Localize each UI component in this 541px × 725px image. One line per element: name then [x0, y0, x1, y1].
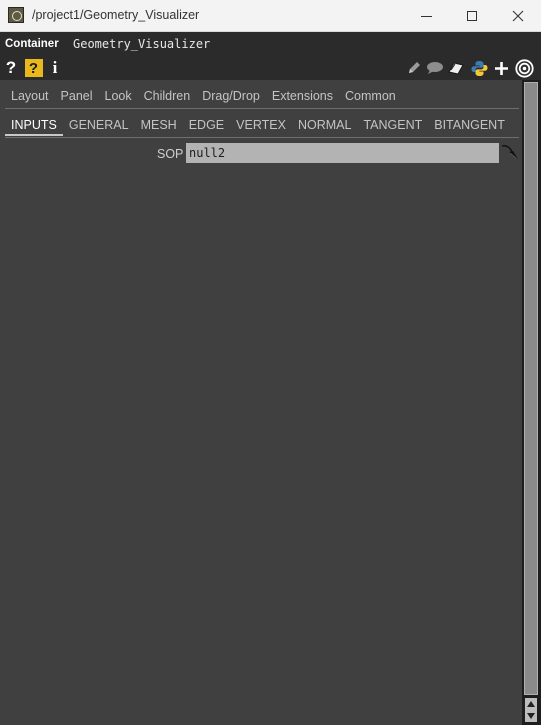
- op-help-button[interactable]: ?: [24, 58, 43, 78]
- tab-mesh[interactable]: MESH: [135, 115, 183, 136]
- tab-bitangent[interactable]: BITANGENT: [428, 115, 511, 136]
- help-button[interactable]: ?: [4, 58, 18, 78]
- target-icon: [514, 58, 534, 78]
- minimize-button[interactable]: [403, 0, 449, 32]
- scroll-up-icon: [527, 701, 535, 707]
- operator-header: Container Geometry_Visualizer: [0, 32, 541, 56]
- sop-input[interactable]: null2: [186, 143, 499, 163]
- clone-icon: [448, 62, 464, 75]
- target-button[interactable]: [514, 58, 534, 78]
- operator-name-field[interactable]: Geometry_Visualizer: [73, 37, 210, 51]
- close-icon: [512, 10, 524, 22]
- arrow-picker-icon: [501, 145, 518, 159]
- op-help-icon: ?: [24, 59, 43, 77]
- tab-vertex[interactable]: VERTEX: [230, 115, 292, 136]
- tab-children[interactable]: Children: [138, 86, 197, 107]
- vertical-scrollbar[interactable]: [522, 80, 541, 725]
- sop-picker-button[interactable]: [501, 143, 520, 163]
- info-icon: i: [52, 58, 58, 77]
- add-icon: [495, 61, 508, 75]
- tab-normal[interactable]: NORMAL: [292, 115, 357, 136]
- scroll-arrows[interactable]: [525, 698, 537, 722]
- comment-button[interactable]: [426, 58, 444, 78]
- tab-look[interactable]: Look: [99, 86, 138, 107]
- add-button[interactable]: [493, 58, 510, 78]
- tab-panel[interactable]: Panel: [55, 86, 99, 107]
- tab-general[interactable]: GENERAL: [63, 115, 135, 136]
- page-tabs: Layout Panel Look Children Drag/Drop Ext…: [5, 86, 519, 109]
- window-titlebar: /project1/Geometry_Visualizer: [0, 0, 541, 32]
- minimize-icon: [420, 15, 432, 17]
- operator-type-label: Container: [5, 38, 59, 50]
- tab-layout[interactable]: Layout: [5, 86, 55, 107]
- edit-icon: [409, 62, 420, 73]
- tab-drag-drop[interactable]: Drag/Drop: [196, 86, 266, 107]
- scrollbar-thumb[interactable]: [524, 82, 538, 695]
- custom-param-tabs: INPUTS GENERAL MESH EDGE VERTEX NORMAL T…: [5, 115, 519, 138]
- tab-common[interactable]: Common: [339, 86, 402, 107]
- sop-label: SOP: [157, 147, 184, 161]
- tab-extensions[interactable]: Extensions: [266, 86, 339, 107]
- window-title: /project1/Geometry_Visualizer: [32, 8, 200, 22]
- python-icon: [471, 60, 487, 76]
- tab-inputs[interactable]: INPUTS: [5, 115, 63, 136]
- tab-tangent[interactable]: TANGENT: [357, 115, 428, 136]
- tab-edge[interactable]: EDGE: [183, 115, 230, 136]
- close-button[interactable]: [495, 0, 541, 32]
- parameter-panel: Layout Panel Look Children Drag/Drop Ext…: [0, 80, 522, 725]
- maximize-button[interactable]: [449, 0, 495, 32]
- python-button[interactable]: [470, 58, 488, 78]
- scroll-down-icon: [527, 713, 535, 719]
- maximize-icon: [467, 11, 477, 21]
- parameter-toolbar: ? ? i: [0, 56, 541, 80]
- app-icon: [8, 7, 24, 23]
- edit-button[interactable]: [405, 58, 423, 78]
- comment-icon: [427, 62, 443, 74]
- help-icon: ?: [5, 58, 17, 77]
- info-button[interactable]: i: [49, 58, 61, 78]
- clone-button[interactable]: [447, 58, 465, 78]
- op-help-glyph: ?: [28, 60, 39, 77]
